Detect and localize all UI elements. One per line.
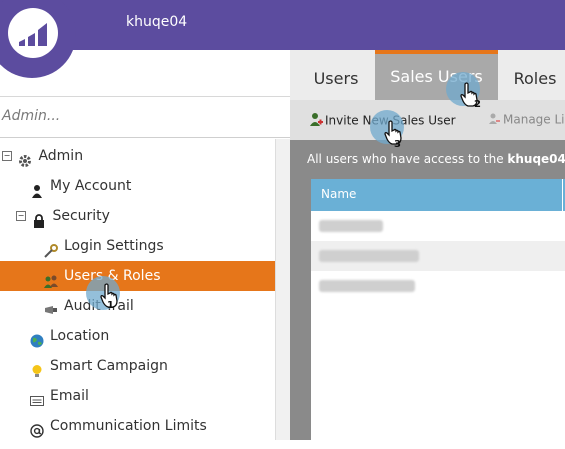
key-icon [44,239,58,258]
column-separator [562,179,563,211]
tree-item-label: Admin [38,148,84,164]
lock-icon [32,209,46,228]
workspace-name: khuqe04 [126,14,188,30]
column-header-name[interactable]: Name [321,187,356,201]
redacted-name [319,250,419,262]
top-header-bar [0,0,565,50]
tree-item-label: My Account [50,178,132,194]
redacted-name [319,220,383,232]
step-number: 2 [474,99,481,110]
lightbulb-icon [30,359,44,377]
tree-item-users-and-roles[interactable]: Users & Roles [0,261,275,291]
email-icon [30,389,44,406]
info-workspace: khuqe04 [507,152,565,166]
users-icon [44,269,58,288]
collapse-toggle-icon[interactable]: − [2,151,12,161]
manage-icon [488,112,500,127]
tree-scrollbar[interactable] [275,139,290,440]
collapse-toggle-icon[interactable]: − [16,211,26,221]
tab-roles[interactable]: Roles [505,50,565,100]
tree-item-communication-limits[interactable]: Communication Limits [30,411,275,441]
manage-label: Manage Li [503,112,565,127]
tree-item-label: Login Settings [64,238,164,254]
tree-item-label: Security [52,208,110,224]
globe-icon [30,329,44,348]
info-text: All users who have access to the khuqe04 [307,152,565,166]
tree-item-label: Email [50,388,89,404]
table-row[interactable] [311,211,565,241]
table-row[interactable] [311,241,565,271]
tree-item-admin[interactable]: − Admin [0,141,275,171]
tree-item-login-settings[interactable]: Login Settings [44,231,275,261]
tree-item-security[interactable]: − Security [16,201,275,231]
manage-button[interactable]: Manage Li [488,112,565,127]
person-icon [30,179,44,198]
redacted-name [319,280,415,292]
admin-tree: − Admin My Account − Security Login Sett… [0,139,275,440]
tab-users[interactable]: Users [296,50,376,100]
gear-icon [18,149,32,167]
tree-item-audit-trail[interactable]: Audit Trail [44,291,275,321]
tree-item-email[interactable]: Email [30,381,275,411]
tree-item-label: Location [50,328,110,344]
audit-trail-icon [44,299,58,314]
tree-item-label: Communication Limits [50,418,207,434]
admin-search-placeholder: Admin... [2,108,61,124]
marketo-logo-icon[interactable] [8,8,58,58]
tree-item-label: Smart Campaign [50,358,168,374]
step-number: 1 [107,300,114,311]
step-number: 3 [394,139,401,150]
tree-item-smart-campaign[interactable]: Smart Campaign [30,351,275,381]
tree-item-my-account[interactable]: My Account [30,171,275,201]
at-sign-icon [30,419,44,438]
invite-user-icon [309,112,323,129]
info-prefix: All users who have access to the [307,152,508,166]
table-row[interactable] [311,271,565,301]
tree-item-location[interactable]: Location [30,321,275,351]
